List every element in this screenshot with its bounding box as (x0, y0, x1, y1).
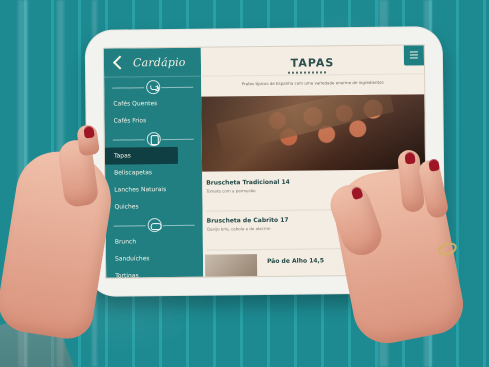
menu-list-hot-drinks: Cafés Quentes Cafés Frios (104, 95, 201, 130)
sidebar-item-brunch[interactable]: Brunch (106, 233, 203, 251)
sidebar-item-cold-coffee[interactable]: Cafés Frios (104, 112, 201, 130)
sidebar-item-sanduiches[interactable]: Sanduíches (106, 250, 203, 268)
sidebar-item-beliscapetas[interactable]: Beliscapetas (105, 164, 202, 182)
hamburger-icon (409, 51, 418, 53)
food-photo (201, 94, 426, 172)
menu-list-meals: Brunch Sanduíches Tortinas (106, 233, 204, 278)
nail-polish (404, 151, 416, 165)
thumbnail-image (204, 254, 258, 277)
page-subtitle: Pratos típicos de Espanha com uma varied… (241, 79, 384, 87)
sidebar-item-hot-coffee[interactable]: Cafés Quentes (104, 95, 201, 113)
sidebar-title: Cardápio (132, 55, 186, 69)
content-header: TAPAS (200, 45, 425, 77)
snack-divider (114, 218, 195, 234)
coffee-divider (112, 80, 193, 96)
drink-divider (113, 132, 194, 148)
menu-list-food: Tapas Beliscapetas Lanches Naturais Quic… (104, 146, 203, 216)
chevron-left-icon[interactable] (112, 55, 128, 70)
coffee-icon (145, 80, 160, 95)
photo-overlay (201, 94, 426, 172)
sidebar-item-tortinas[interactable]: Tortinas (106, 267, 203, 278)
photo-scene: Cardápio Cafés Quentes Cafés Frios Tapas… (0, 0, 489, 367)
sidebar-item-lanches-naturais[interactable]: Lanches Naturais (105, 181, 202, 199)
sidebar-header: Cardápio (103, 47, 202, 78)
drink-icon (146, 132, 161, 147)
menu-button[interactable] (403, 45, 425, 66)
sidebar: Cardápio Cafés Quentes Cafés Frios Tapas… (103, 47, 204, 279)
nail-polish (83, 125, 95, 139)
sidebar-item-quiches[interactable]: Quiches (105, 198, 202, 216)
snack-icon (147, 218, 162, 233)
title-decoration (288, 71, 329, 74)
sidebar-item-tapas[interactable]: Tapas (104, 146, 179, 165)
page-title: TAPAS (290, 56, 335, 70)
